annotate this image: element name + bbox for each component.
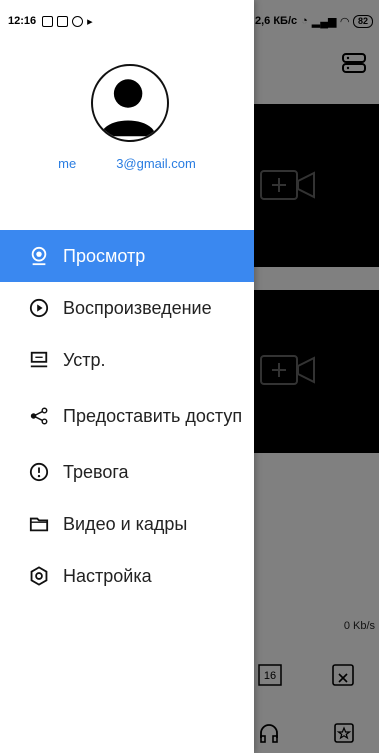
folder-icon [28, 513, 50, 535]
menu-item-alarm[interactable]: Тревога [0, 446, 254, 498]
menu-item-settings[interactable]: Настройка [0, 550, 254, 602]
network-speed: 2,6 КБ/с [254, 15, 298, 27]
settings-icon [28, 565, 50, 587]
drawer-menu: Просмотр Воспроизведение Устр. Предостав… [0, 230, 254, 602]
alarm-clock-icon: ◔ [301, 15, 308, 27]
clock: 12:16 [8, 15, 37, 27]
menu-item-label: Настройка [63, 566, 152, 586]
menu-item-label: Видео и кадры [63, 514, 188, 534]
user-avatar-icon [100, 79, 156, 137]
share-icon [28, 405, 50, 427]
avatar[interactable] [91, 64, 169, 142]
device-icon [28, 349, 50, 371]
signal-icon: ▂▄▆ [311, 15, 337, 28]
grid-16-button[interactable]: 16 [258, 664, 282, 686]
email-prefix: me [58, 156, 77, 171]
battery-indicator: 82 [352, 14, 373, 28]
layout-toggle-icon[interactable] [341, 52, 367, 74]
menu-item-devices[interactable]: Устр. [0, 334, 254, 386]
alarm-icon [28, 461, 50, 483]
camera-icon [28, 245, 50, 267]
favorite-icon[interactable] [333, 722, 355, 744]
play-circle-icon [28, 297, 50, 319]
email-domain: 3@gmail.com [116, 156, 196, 171]
app-notification-icon [57, 15, 69, 27]
menu-item-label: Предоставить доступ [63, 406, 243, 426]
vpn-icon [72, 15, 84, 27]
close-all-button[interactable] [332, 664, 354, 686]
message-icon [42, 15, 54, 27]
add-camera-icon[interactable] [260, 170, 316, 200]
menu-item-label: Тревога [63, 462, 129, 482]
wifi-icon: ◠ [340, 15, 349, 28]
add-camera-icon[interactable] [260, 355, 316, 385]
menu-item-live-view[interactable]: Просмотр [0, 230, 254, 282]
notification-icons: ▸ [42, 15, 93, 28]
menu-item-share[interactable]: Предоставить доступ [0, 386, 254, 446]
menu-item-media[interactable]: Видео и кадры [0, 498, 254, 550]
status-bar: 12:16 ▸ 2,6 КБ/с ◔ ▂▄▆ ◠ 82 [0, 0, 379, 46]
network-speed-label: 0 Kb/s [343, 620, 375, 632]
menu-item-label: Просмотр [63, 246, 146, 266]
menu-item-label: Воспроизведение [63, 298, 212, 318]
menu-item-playback[interactable]: Воспроизведение [0, 282, 254, 334]
play-store-icon: ▸ [87, 15, 93, 28]
menu-item-label: Устр. [63, 350, 106, 370]
grid-16-label: 16 [264, 670, 276, 682]
headphones-icon[interactable] [258, 722, 280, 744]
account-email: me 3@gmail.com [0, 156, 254, 171]
status-right: 2,6 КБ/с ◔ ▂▄▆ ◠ 82 [254, 14, 373, 28]
navigation-drawer: me 3@gmail.com Просмотр Воспроизведение [0, 0, 254, 753]
